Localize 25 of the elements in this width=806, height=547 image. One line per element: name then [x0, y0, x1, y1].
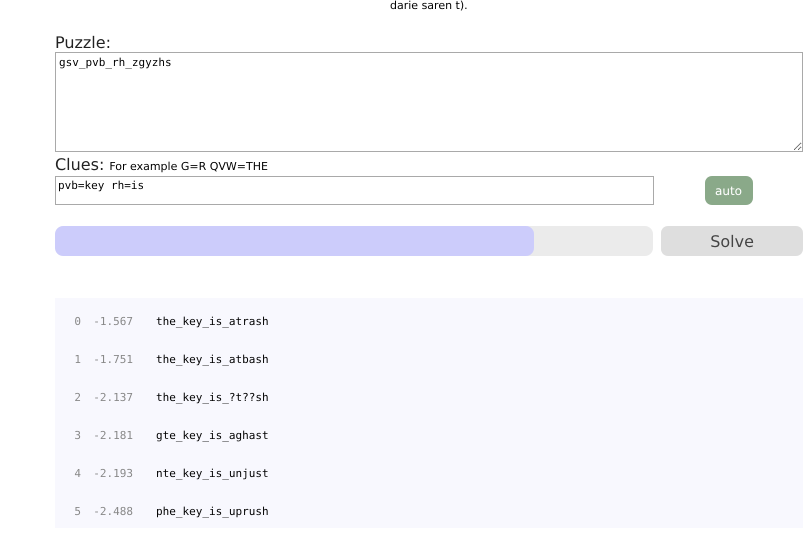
clues-label: Clues: [55, 156, 104, 174]
result-score: -2.137 [92, 390, 133, 404]
clues-field[interactable]: pvb=key rh=is [55, 176, 654, 205]
result-index: 2 [73, 390, 81, 404]
result-score: -2.488 [92, 504, 133, 518]
result-index: 1 [73, 352, 81, 366]
result-text: nte_key_is_unjust [156, 466, 269, 480]
result-score: -2.181 [92, 428, 133, 442]
intro-text: darie saren t). [390, 0, 468, 12]
result-text: phe_key_is_uprush [156, 504, 269, 518]
puzzle-label: Puzzle: [55, 34, 112, 52]
result-text: the_key_is_atbash [156, 352, 269, 366]
result-index: 4 [73, 466, 81, 480]
result-text: the_key_is_atrash [156, 314, 269, 328]
result-text: the_key_is_?t??sh [156, 390, 269, 404]
result-index: 3 [73, 428, 81, 442]
result-score: -1.751 [92, 352, 133, 366]
result-index: 0 [73, 314, 81, 328]
solve-button[interactable]: Solve [661, 226, 803, 256]
result-text: gte_key_is_aghast [156, 428, 269, 442]
result-score: -2.193 [92, 466, 133, 480]
result-score: -1.567 [92, 314, 133, 328]
result-index: 5 [73, 504, 81, 518]
puzzle-field[interactable]: gsv_pvb_rh_zgyzhs [55, 52, 803, 152]
clues-hint: For example G=R QVW=THE [109, 160, 268, 174]
